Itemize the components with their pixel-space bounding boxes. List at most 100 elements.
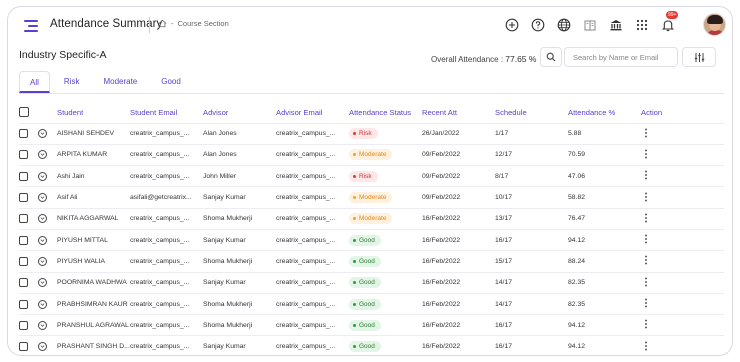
advisor-name: Alan Jones xyxy=(203,143,276,166)
advisor-name: Shoma Mukherji xyxy=(203,314,276,336)
table-row[interactable]: POORNIMA WADHWA creatrix_campus_... Sanjay… xyxy=(19,271,724,294)
action-cell: ⋮ xyxy=(641,143,724,166)
more-options-icon[interactable]: ⋮ xyxy=(641,255,651,266)
recent-attendance: 16/Feb/2022 xyxy=(422,228,495,251)
table-row[interactable]: Ashi Jain creatrix_campus_... John Miller c… xyxy=(19,165,724,187)
status-label: Risk xyxy=(359,130,372,138)
expand-chevron-icon[interactable] xyxy=(38,278,47,288)
row-checkbox[interactable] xyxy=(19,171,28,181)
status-label: Good xyxy=(359,257,375,265)
more-options-icon[interactable]: ⋮ xyxy=(641,234,651,245)
more-options-icon[interactable]: ⋮ xyxy=(641,341,651,352)
more-options-icon[interactable]: ⋮ xyxy=(641,170,651,181)
expand-chevron-icon[interactable] xyxy=(38,150,47,160)
header-schedule[interactable]: Schedule xyxy=(495,103,568,123)
search-input[interactable] xyxy=(564,47,678,67)
add-circle-icon[interactable] xyxy=(503,16,520,33)
status-badge: Good xyxy=(349,234,381,246)
row-checkbox[interactable] xyxy=(19,342,28,352)
expand-chevron-icon[interactable] xyxy=(38,214,47,224)
expand-chevron-icon[interactable] xyxy=(38,342,47,352)
globe-icon[interactable] xyxy=(555,16,572,33)
advisor-email: creatrix_campus_... xyxy=(276,271,349,294)
more-options-icon[interactable]: ⋮ xyxy=(641,128,651,139)
student-email: creatrix_campus_... xyxy=(130,143,203,166)
table-row[interactable]: PIYUSH WALIA creatrix_campus_... Shoma Muk… xyxy=(19,250,724,273)
schedule: 16/17 xyxy=(495,314,568,336)
table-header-row: Student Student Email Advisor Advisor Em… xyxy=(19,103,724,123)
student-email: creatrix_campus_... xyxy=(130,314,203,336)
more-options-icon[interactable]: ⋮ xyxy=(641,319,651,330)
table-row[interactable]: ARPITA KUMAR creatrix_campus_... Alan Jone… xyxy=(19,143,724,166)
status-label: Moderate xyxy=(359,151,387,159)
table-row[interactable]: NIKITA AGGARWAL creatrix_campus_... Shoma … xyxy=(19,207,724,230)
status-badge: Good xyxy=(349,277,381,289)
select-all-checkbox[interactable] xyxy=(19,106,29,117)
filter-button[interactable] xyxy=(682,47,716,67)
status-dot-icon xyxy=(353,174,356,178)
row-checkbox[interactable] xyxy=(19,256,28,266)
row-select-cell xyxy=(19,335,38,355)
status-badge: Good xyxy=(349,319,381,331)
expand-chevron-icon[interactable] xyxy=(38,299,47,309)
row-expand-cell xyxy=(38,165,57,187)
table-row[interactable]: PIYUSH MITTAL creatrix_campus_... Sanjay K… xyxy=(19,228,724,251)
table-row[interactable]: PRABHSIMRAN KAUR creatrix_campus_... Shoma… xyxy=(19,292,724,315)
row-checkbox[interactable] xyxy=(19,235,28,245)
advisor-name: Shoma Mukherji xyxy=(203,292,276,315)
row-checkbox[interactable] xyxy=(19,278,28,288)
expand-chevron-icon[interactable] xyxy=(38,171,47,181)
breadcrumb[interactable]: - Course Section xyxy=(158,19,229,28)
student-email: creatrix_campus_... xyxy=(130,165,203,187)
header-student-email[interactable]: Student Email xyxy=(130,103,203,123)
header-advisor-email[interactable]: Advisor Email xyxy=(276,103,349,123)
book-icon[interactable] xyxy=(581,16,598,33)
more-options-icon[interactable]: ⋮ xyxy=(641,149,651,160)
row-select-cell xyxy=(19,165,38,187)
more-options-icon[interactable]: ⋮ xyxy=(641,277,651,288)
institution-icon[interactable] xyxy=(607,16,624,33)
header-attendance-percent[interactable]: Attendance % xyxy=(568,103,641,123)
more-options-icon[interactable]: ⋮ xyxy=(641,192,651,203)
row-checkbox[interactable] xyxy=(19,129,28,139)
header-student[interactable]: Student xyxy=(57,103,130,123)
breadcrumb-label: Course Section xyxy=(177,19,229,28)
tab-risk[interactable]: Risk xyxy=(54,71,90,93)
table-row[interactable]: Asif Ali asifali@getcreatrix... Sanjay Kum… xyxy=(19,186,724,209)
more-options-icon[interactable]: ⋮ xyxy=(641,298,651,309)
user-avatar[interactable] xyxy=(703,13,726,36)
status-label: Moderate xyxy=(359,194,387,202)
table-row[interactable]: AISHANI SEHDEV creatrix_campus_... Alan Jo… xyxy=(19,122,724,145)
expand-chevron-icon[interactable] xyxy=(38,129,47,139)
tab-good[interactable]: Good xyxy=(151,71,191,93)
tab-all[interactable]: All xyxy=(19,71,50,93)
app-window: Attendance Summary - Course Section 99+ … xyxy=(7,6,733,356)
row-checkbox[interactable] xyxy=(19,320,28,330)
more-options-icon[interactable]: ⋮ xyxy=(641,213,651,224)
attendance-percent: 82.35 xyxy=(568,292,641,315)
search-button[interactable] xyxy=(540,47,562,67)
tab-moderate[interactable]: Moderate xyxy=(93,71,147,93)
advisor-email: creatrix_campus_... xyxy=(276,292,349,315)
table-row[interactable]: PRASHANT SINGH D... creatrix_campus_... Sa… xyxy=(19,335,724,355)
bell-icon[interactable]: 99+ xyxy=(659,11,679,33)
row-checkbox[interactable] xyxy=(19,214,28,224)
row-checkbox[interactable] xyxy=(19,150,28,160)
advisor-name: Shoma Mukherji xyxy=(203,207,276,230)
help-icon[interactable] xyxy=(529,16,546,33)
expand-chevron-icon[interactable] xyxy=(38,235,47,245)
table-row[interactable]: PRANSHUL AGRAWAL creatrix_campus_... Shoma… xyxy=(19,314,724,336)
expand-chevron-icon[interactable] xyxy=(38,320,47,330)
hamburger-menu-icon[interactable] xyxy=(20,18,38,34)
expand-chevron-icon[interactable] xyxy=(38,193,47,203)
attendance-status-cell: Moderate xyxy=(349,186,422,209)
expand-chevron-icon[interactable] xyxy=(38,256,47,266)
header-attendance-status[interactable]: Attendance Status xyxy=(349,103,422,123)
row-checkbox[interactable] xyxy=(19,299,28,309)
header-recent-att[interactable]: Recent Att xyxy=(422,103,495,123)
row-checkbox[interactable] xyxy=(19,193,28,203)
grid-icon[interactable] xyxy=(633,16,650,33)
header-advisor[interactable]: Advisor xyxy=(203,103,276,123)
student-email: creatrix_campus_... xyxy=(130,122,203,145)
recent-attendance: 16/Feb/2022 xyxy=(422,335,495,355)
